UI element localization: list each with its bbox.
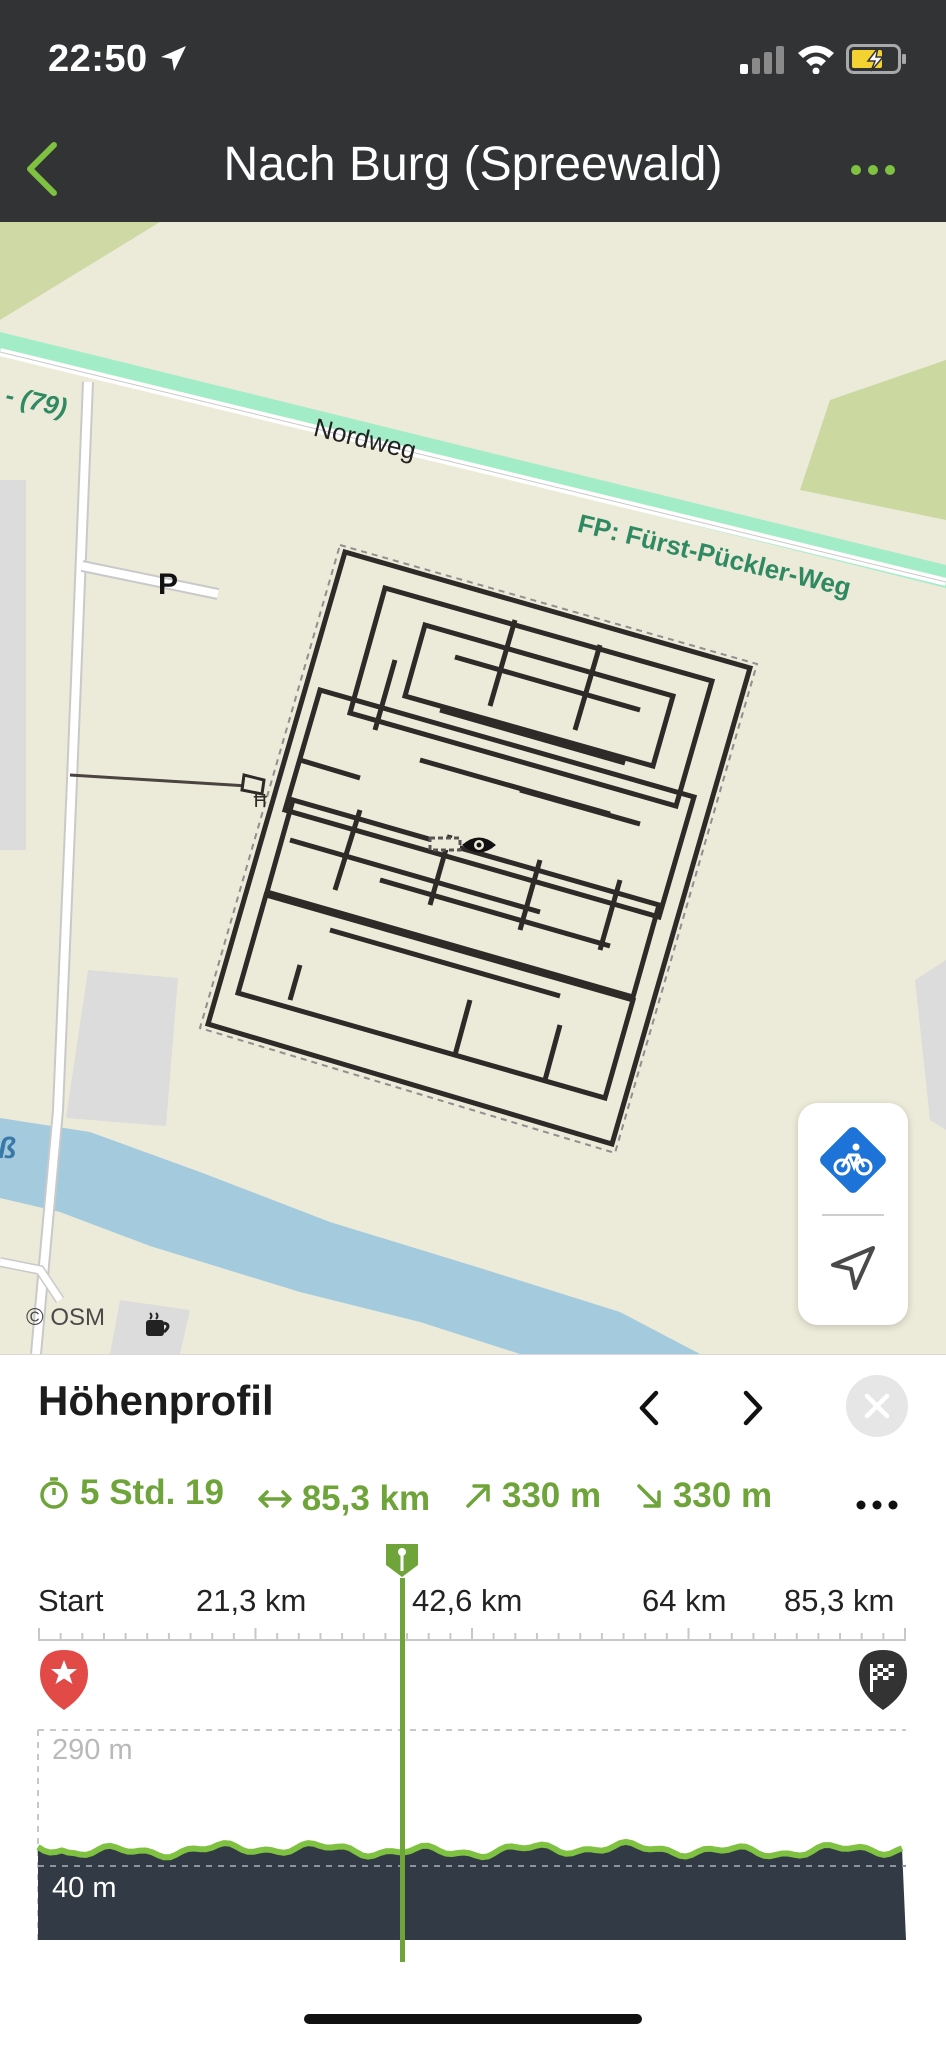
duration-value: 5 Std. 19	[80, 1473, 224, 1512]
duration-stat: 5 Std. 19	[38, 1473, 224, 1513]
svg-text:Ħ: Ħ	[252, 791, 269, 812]
panel-title: Höhenprofil	[38, 1377, 274, 1424]
wifi-icon	[798, 45, 834, 74]
stopwatch-icon	[40, 1477, 68, 1509]
elevation-min-label: 40 m	[52, 1872, 117, 1904]
map-attribution[interactable]: © OSM	[26, 1304, 105, 1332]
previous-button[interactable]	[628, 1383, 672, 1433]
home-indicator	[304, 2014, 642, 2024]
more-options-button[interactable]	[848, 155, 898, 185]
more-dots-icon	[856, 1500, 898, 1510]
axis-tick-64km: 64 km	[642, 1583, 727, 1618]
divider	[822, 1214, 884, 1216]
descent-value: 330 m	[672, 1476, 773, 1515]
water-label: ß	[0, 1132, 16, 1166]
close-icon	[864, 1393, 890, 1419]
ascent-stat: 330 m	[464, 1476, 601, 1516]
building	[0, 480, 26, 850]
elevation-line	[36, 1838, 904, 1861]
elevation-profile-chart[interactable]	[0, 1690, 946, 1950]
finish-pin-icon	[859, 1650, 907, 1710]
close-button[interactable]	[846, 1375, 908, 1437]
distance-value: 85,3 km	[301, 1479, 431, 1518]
parking-label: P	[158, 568, 179, 601]
status-bar: 22:50	[0, 0, 946, 115]
navigation-bar: Nach Burg (Spreewald)	[0, 115, 946, 222]
ascent-arrow-icon	[466, 1484, 490, 1508]
chevron-left-icon	[639, 1390, 659, 1426]
location-arrow-icon	[161, 46, 186, 71]
axis-tick-85km: 85,3 km	[784, 1583, 895, 1618]
bike-mode-icon	[820, 1127, 886, 1193]
elevation-max-label: 290 m	[52, 1734, 133, 1766]
cafe-icon	[146, 1312, 170, 1336]
stats-more-button[interactable]	[852, 1493, 902, 1517]
descent-arrow-icon	[637, 1484, 661, 1508]
position-scrubber-handle[interactable]	[383, 1541, 421, 1579]
distance-stat: 85,3 km	[257, 1479, 431, 1519]
next-button[interactable]	[730, 1383, 774, 1433]
descent-stat: 330 m	[635, 1476, 772, 1516]
route-stats: 5 Std. 19 85,3 km 330 m 330 m	[38, 1473, 828, 1533]
travel-mode-button[interactable]	[798, 1103, 908, 1211]
ascent-value: 330 m	[501, 1476, 602, 1515]
stats-fade	[800, 1465, 840, 1535]
map-controls	[798, 1103, 908, 1325]
axis-tick-21km: 21,3 km	[196, 1583, 307, 1618]
start-pin-icon	[40, 1650, 88, 1710]
axis-tick-42km: 42,6 km	[412, 1583, 523, 1618]
distance-axis	[38, 1628, 906, 1641]
page-title: Nach Burg (Spreewald)	[223, 138, 723, 191]
more-dots-icon	[851, 165, 895, 175]
axis-tick-start: Start	[38, 1583, 104, 1618]
locate-button[interactable]	[798, 1217, 908, 1325]
horizontal-arrows-icon	[257, 1490, 292, 1508]
position-scrubber-line[interactable]	[400, 1578, 405, 1962]
cellular-signal-icon	[740, 46, 784, 74]
chevron-right-icon	[743, 1390, 763, 1426]
battery-charging-icon	[846, 44, 906, 74]
clock: 22:50	[48, 38, 148, 80]
navigate-arrow-icon	[831, 1246, 875, 1290]
